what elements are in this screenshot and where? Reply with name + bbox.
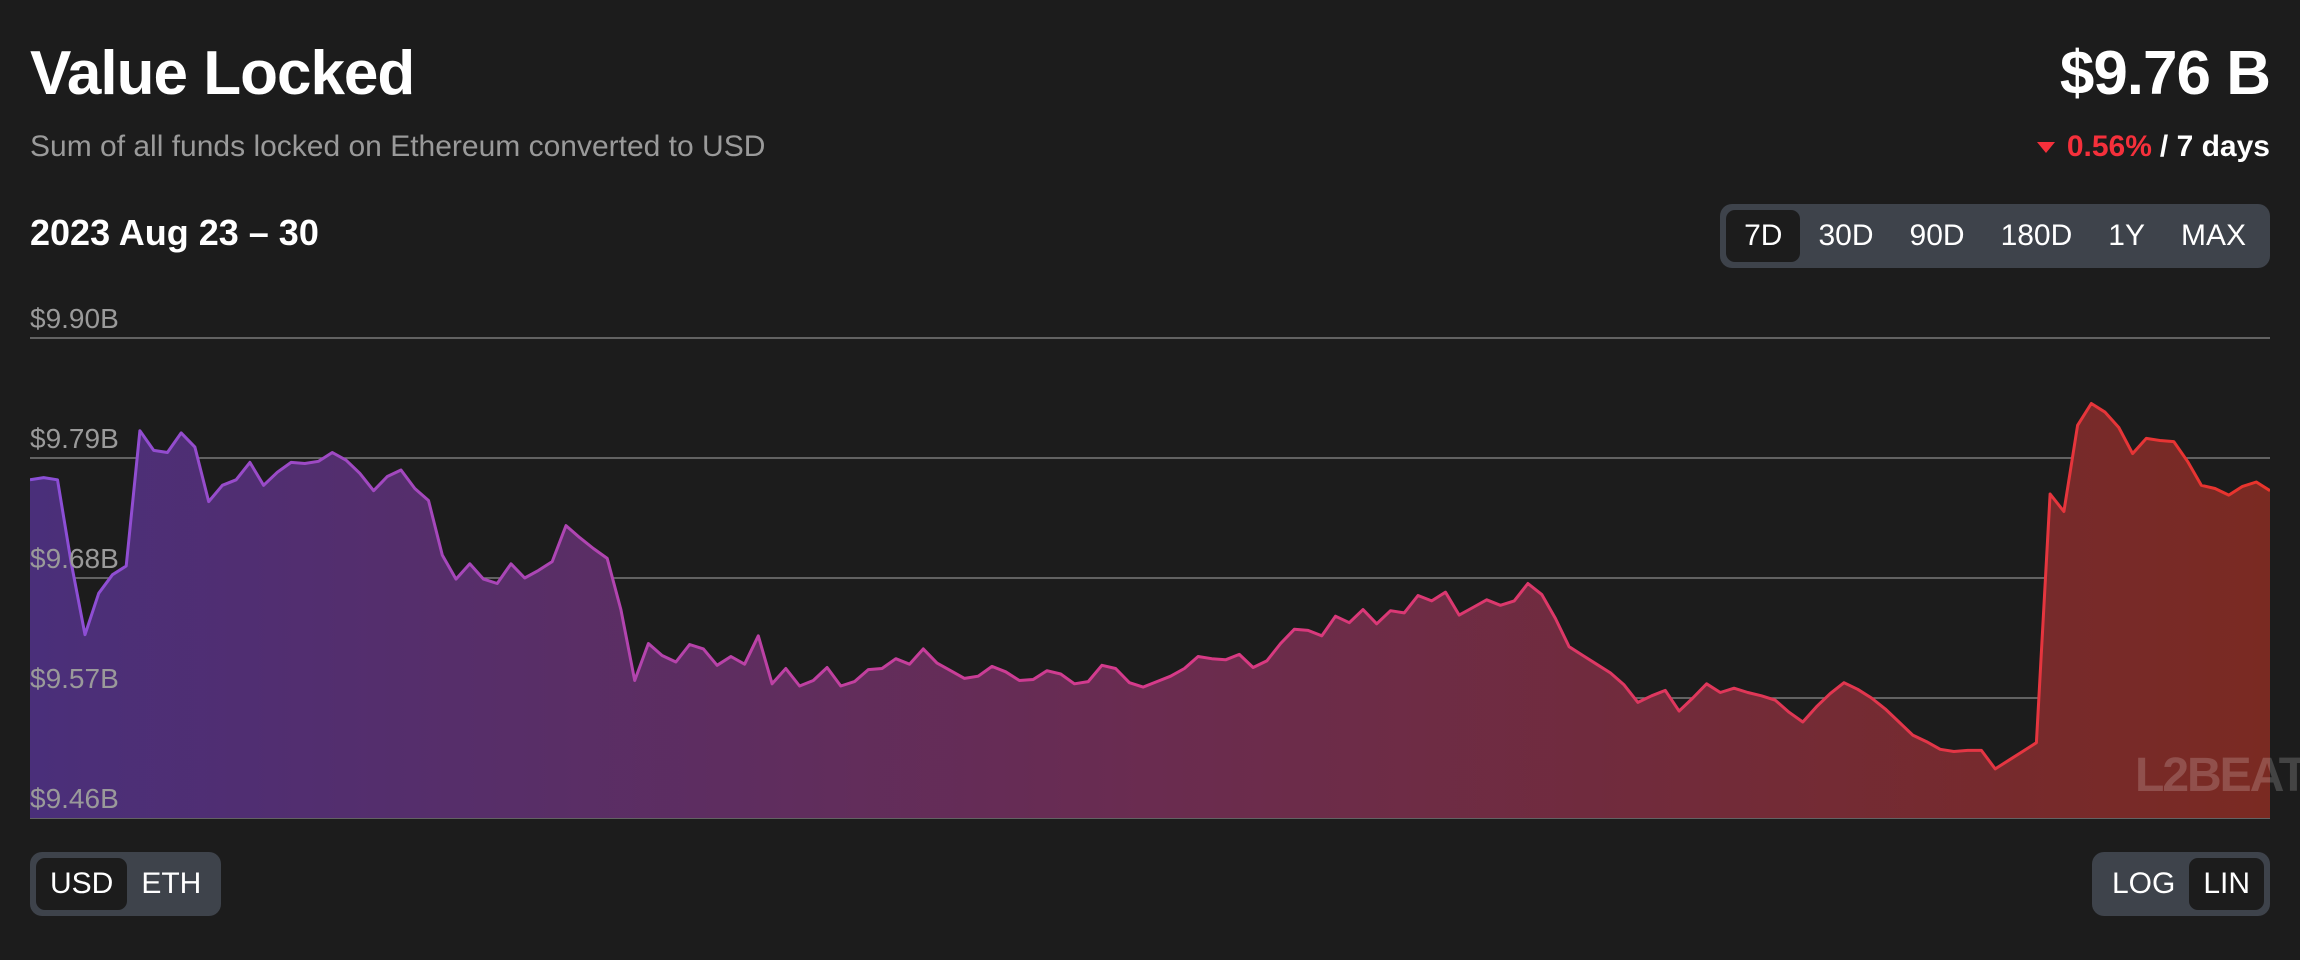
l2beat-watermark: L2BEAT <box>2135 749 2300 802</box>
scale-option-lin[interactable]: LIN <box>2189 858 2264 910</box>
y-tick-label: $9.68B <box>30 543 119 574</box>
range-option-max[interactable]: MAX <box>2163 210 2264 262</box>
scale-selector: LOG LIN <box>2091 852 2270 916</box>
y-tick-label: $9.79B <box>30 423 119 454</box>
scale-option-log[interactable]: LOG <box>2098 858 2189 910</box>
unit-option-eth[interactable]: ETH <box>127 858 215 910</box>
range-option-1y[interactable]: 1Y <box>2090 210 2163 262</box>
change-indicator: 0.56% / 7 days <box>2036 130 2270 164</box>
change-percent: 0.56% <box>2066 130 2152 163</box>
date-range: 2023 Aug 23 – 30 <box>30 212 319 253</box>
down-arrow-icon <box>2036 141 2055 153</box>
y-tick-label: $9.57B <box>30 663 119 694</box>
unit-option-usd[interactable]: USD <box>36 858 128 910</box>
page-title: Value Locked <box>30 39 415 108</box>
range-option-30d[interactable]: 30D <box>1800 210 1891 262</box>
range-selector: 7D 30D 90D 180D 1Y MAX <box>1720 204 2270 268</box>
range-option-180d[interactable]: 180D <box>1983 210 2091 262</box>
total-value: $9.76 B <box>2059 39 2271 108</box>
page-subtitle: Sum of all funds locked on Ethereum conv… <box>30 130 766 163</box>
range-option-7d[interactable]: 7D <box>1726 210 1801 262</box>
value-locked-chart: $9.90B $9.79B $9.68B $9.57B $9.46B <box>30 303 2270 819</box>
unit-selector: USD ETH <box>30 852 222 916</box>
change-period: / 7 days <box>2159 130 2270 163</box>
y-tick-label: $9.46B <box>30 783 119 814</box>
range-option-90d[interactable]: 90D <box>1892 210 1983 262</box>
y-tick-label: $9.90B <box>30 303 119 334</box>
area-fill <box>30 403 2270 818</box>
